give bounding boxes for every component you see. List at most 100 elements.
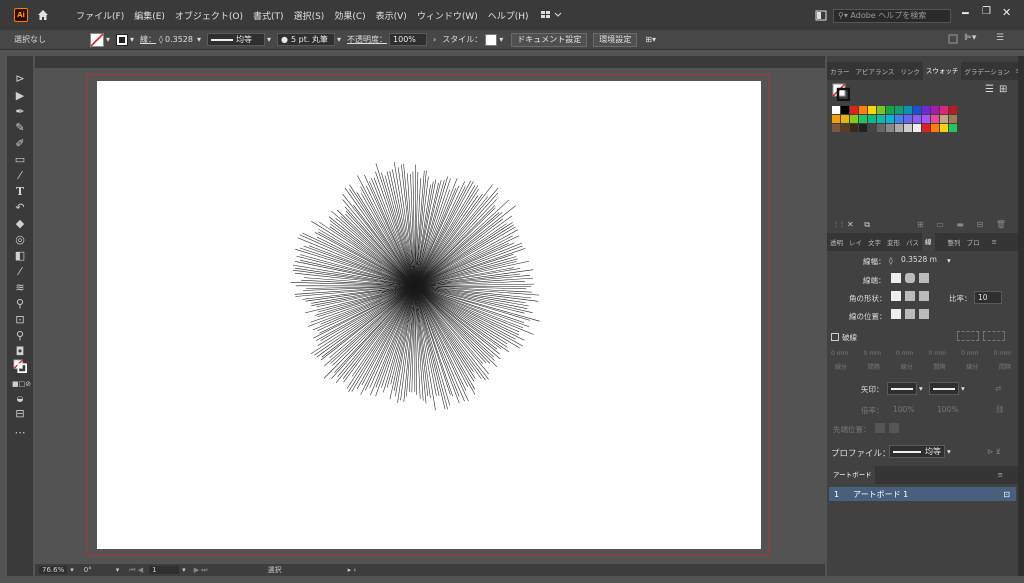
more-tools-icon[interactable]: ⋯ xyxy=(12,426,28,440)
artboard-dropdown[interactable]: ▾ xyxy=(182,566,186,574)
minimize-button[interactable]: ━ xyxy=(962,7,969,20)
symbol-sprayer-icon[interactable]: ⚲ xyxy=(12,297,28,311)
panel-scrollbar[interactable] xyxy=(1018,56,1024,576)
menu-select[interactable]: 選択(S) xyxy=(294,9,325,22)
arrange-documents-icon[interactable] xyxy=(815,10,827,21)
rotation-dropdown[interactable]: ▾ xyxy=(116,566,120,574)
zoom-field[interactable]: 76.6% xyxy=(39,566,68,574)
selection-tool-icon[interactable]: ⊳ xyxy=(12,72,28,86)
screen-mode-icon[interactable]: ⊟ xyxy=(12,407,28,421)
scale-a-field[interactable]: 100% xyxy=(893,405,914,414)
align-outside-button[interactable] xyxy=(919,309,929,319)
anchor-tool-icon[interactable]: ✐ xyxy=(12,137,28,151)
home-icon[interactable] xyxy=(36,8,50,22)
brush-dropdown[interactable]: ▾ xyxy=(337,35,341,44)
opacity-arrow-icon[interactable]: › xyxy=(433,35,436,44)
artboard-number-field[interactable]: 1 xyxy=(149,566,180,574)
more-options-icon[interactable]: ☰ xyxy=(996,33,1004,43)
opacity-field[interactable]: 100% xyxy=(389,33,428,46)
artboard-options-icon[interactable]: ⊡ xyxy=(1003,490,1010,499)
swatch-cell[interactable] xyxy=(904,124,912,132)
rotate-tool-icon[interactable]: ↶ xyxy=(12,201,28,215)
rotation-field[interactable]: 0° xyxy=(84,566,92,574)
help-search-input[interactable]: ⚲▾ Adobe ヘルプを検索 xyxy=(833,9,951,23)
menu-view[interactable]: 表示(V) xyxy=(376,9,407,22)
tab-links[interactable]: リンク xyxy=(897,66,923,76)
limit-field[interactable]: 10 xyxy=(974,291,1002,304)
swatch-library-icons[interactable]: ⫶⫶✕ ⧉ xyxy=(835,220,874,230)
menu-type[interactable]: 書式(T) xyxy=(253,9,284,22)
swatch-cell[interactable] xyxy=(913,115,921,123)
profile-select[interactable]: 均等 xyxy=(889,445,945,458)
workspace-switcher-icon[interactable] xyxy=(540,10,563,20)
swatch-cell[interactable] xyxy=(895,106,903,114)
document-setup-button[interactable]: ドキュメント設定 xyxy=(511,32,588,47)
swatch-cell[interactable] xyxy=(868,124,876,132)
preferences-button[interactable]: 環境設定 xyxy=(593,32,638,47)
swatch-cell[interactable] xyxy=(850,124,858,132)
swatch-cell[interactable] xyxy=(922,115,930,123)
swatch-cell[interactable] xyxy=(877,124,885,132)
artboard-row[interactable]: 1 アートボード 1 ⊡ xyxy=(829,487,1016,501)
list-view-icon[interactable]: ☰ xyxy=(985,84,994,95)
next-artboard-button[interactable]: ▶ ⏭ xyxy=(194,566,208,575)
tab-appearance[interactable]: アピアランス xyxy=(853,66,898,76)
swatch-cell[interactable] xyxy=(922,124,930,132)
weight-dropdown[interactable]: ▾ xyxy=(947,256,951,265)
grid-view-icon[interactable]: ⊞ xyxy=(999,84,1007,95)
swatch-cell[interactable] xyxy=(886,106,894,114)
swatch-cell[interactable] xyxy=(868,106,876,114)
curvature-tool-icon[interactable]: ✎ xyxy=(12,121,28,135)
swatch-cell[interactable] xyxy=(877,115,885,123)
tab-pathfinder[interactable]: パス xyxy=(903,237,922,247)
stroke-weight-dropdown[interactable]: ▾ xyxy=(197,35,201,44)
drawing-mode-icon[interactable]: ◒ xyxy=(12,392,28,406)
menu-effect[interactable]: 効果(C) xyxy=(334,9,365,22)
arrow-start-select[interactable] xyxy=(887,382,917,395)
arrow-end-select[interactable] xyxy=(929,382,959,395)
swatch-cell[interactable] xyxy=(832,115,840,123)
swatch-cell[interactable] xyxy=(922,106,930,114)
dash-cell-2[interactable]: 0 mm xyxy=(864,350,881,357)
menu-object[interactable]: オブジェクト(O) xyxy=(175,9,243,22)
transform-icon[interactable] xyxy=(948,34,958,44)
swatch-cell[interactable] xyxy=(913,106,921,114)
opacity-label[interactable]: 不透明度： xyxy=(347,34,387,45)
artboards-menu-icon[interactable]: ≡ xyxy=(995,471,1006,479)
pen-tool-icon[interactable]: ✒ xyxy=(12,105,28,119)
tab-stroke[interactable]: 線 xyxy=(922,233,935,251)
brush-definition[interactable]: ● 5 pt. 丸筆 xyxy=(277,33,336,46)
menu-help[interactable]: ヘルプ(H) xyxy=(488,9,529,22)
swatch-cell[interactable] xyxy=(913,124,921,132)
butt-cap-button[interactable] xyxy=(891,273,901,283)
dash-preserve-button[interactable] xyxy=(957,331,979,341)
dashed-checkbox[interactable] xyxy=(831,333,839,341)
stroke-dropdown-icon[interactable]: ▾ xyxy=(130,35,134,44)
swatch-cell[interactable] xyxy=(931,106,939,114)
eraser-tool-icon[interactable]: ◆ xyxy=(12,217,28,231)
warp-tool-icon[interactable]: ◎ xyxy=(12,233,28,247)
swatch-grid[interactable] xyxy=(832,106,1012,156)
swatch-cell[interactable] xyxy=(949,106,957,114)
swatch-cell[interactable] xyxy=(850,106,858,114)
swatch-cell[interactable] xyxy=(949,124,957,132)
align-inside-button[interactable] xyxy=(905,309,915,319)
dash-cell-4[interactable]: 0 mm xyxy=(929,350,946,357)
restore-button[interactable]: ❐ xyxy=(982,6,991,17)
swatch-cell[interactable] xyxy=(931,124,939,132)
tab-swatches[interactable]: スウォッチ xyxy=(922,62,962,80)
stroke-swatch[interactable] xyxy=(116,33,129,46)
tab-transparency[interactable]: 透明 xyxy=(827,237,846,247)
arrange-icon[interactable]: ⊞▾ xyxy=(645,35,656,44)
round-join-button[interactable] xyxy=(905,291,915,301)
dash-cell-5[interactable]: 0 mm xyxy=(961,350,978,357)
weight-stepper-icon[interactable]: ◊ xyxy=(889,256,893,265)
swatch-cell[interactable] xyxy=(886,124,894,132)
fill-stroke-icon[interactable] xyxy=(12,359,28,373)
swatch-cell[interactable] xyxy=(832,124,840,132)
swatch-cell[interactable] xyxy=(895,124,903,132)
scale-b-field[interactable]: 100% xyxy=(937,405,958,414)
link-scale-icon[interactable]: ⛓ xyxy=(995,405,1005,414)
style-swatch[interactable] xyxy=(485,33,498,46)
tab-transform[interactable]: 変形 xyxy=(884,237,903,247)
